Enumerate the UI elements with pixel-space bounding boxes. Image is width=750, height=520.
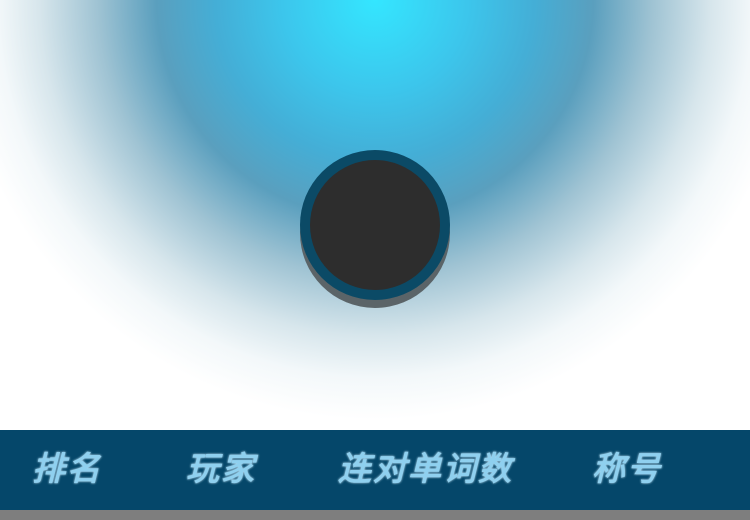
leaderboard-header: 排名 玩家 连对单词数 称号 bbox=[0, 430, 750, 510]
column-header-player: 玩家 bbox=[186, 449, 256, 488]
column-header-rank: 排名 bbox=[32, 449, 102, 488]
column-header-title: 称号 bbox=[592, 449, 662, 488]
column-header-streak-words: 连对单词数 bbox=[338, 449, 513, 488]
header-bottom-divider bbox=[0, 510, 750, 520]
leaderboard-screen: 排名 玩家 连对单词数 称号 bbox=[0, 0, 750, 520]
avatar[interactable] bbox=[310, 160, 440, 290]
